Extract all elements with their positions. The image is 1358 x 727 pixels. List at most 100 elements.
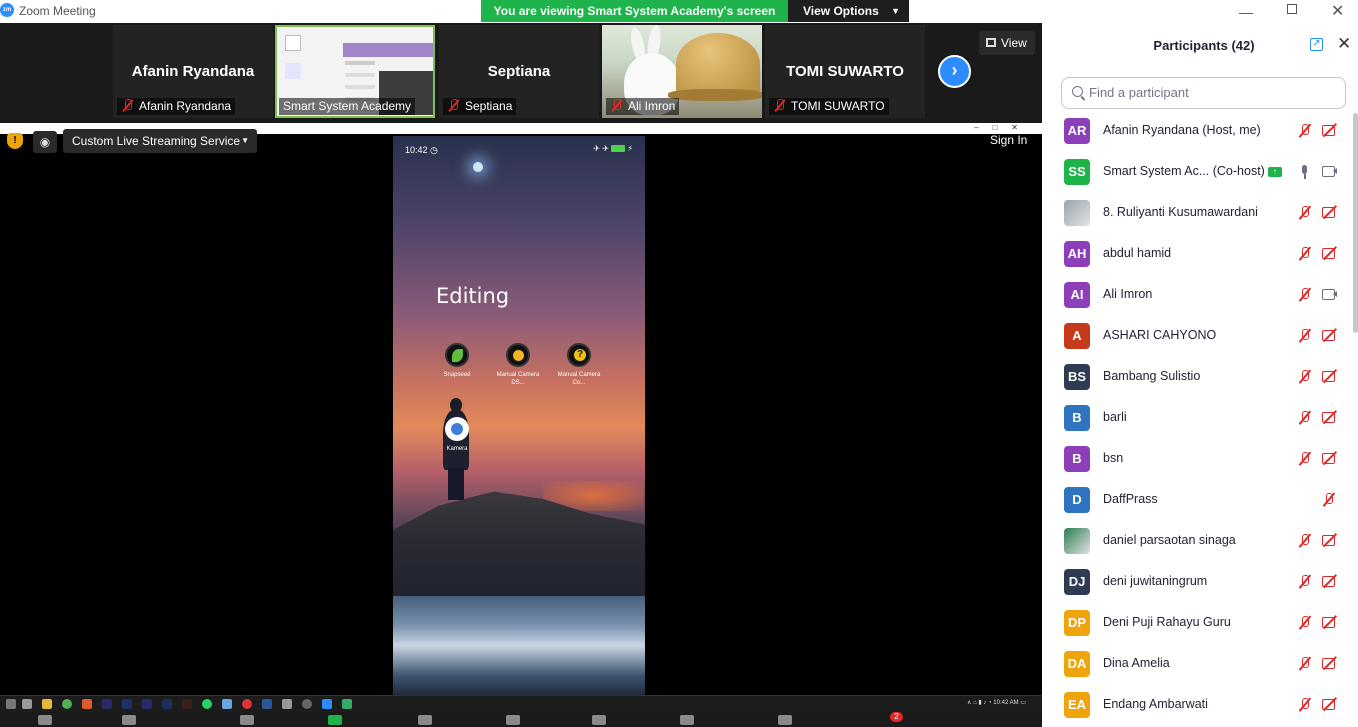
participant-row[interactable]: SS Smart System Ac... (Co-host) ↑ bbox=[1042, 152, 1350, 193]
video-off-icon[interactable] bbox=[1322, 657, 1338, 669]
video-tile[interactable]: Septiana Septiana bbox=[439, 25, 599, 118]
microphone-muted-icon[interactable] bbox=[1298, 205, 1312, 221]
participant-row[interactable]: 8. Ruliyanti Kusumawardani bbox=[1042, 193, 1350, 234]
microphone-muted-icon[interactable] bbox=[1298, 697, 1312, 713]
title-bar: zm Zoom Meeting You are viewing Smart Sy… bbox=[0, 0, 1042, 23]
view-options-button[interactable]: View Options ▼ bbox=[788, 0, 909, 22]
microphone-muted-icon[interactable] bbox=[1322, 492, 1336, 508]
participant-row[interactable]: daniel parsaotan sinaga bbox=[1042, 521, 1350, 562]
avatar: SS bbox=[1064, 159, 1090, 185]
stop-video-icon[interactable] bbox=[122, 715, 136, 725]
manual-camera-ds-app[interactable]: Manual Camera DS... bbox=[496, 343, 540, 387]
microphone-muted-icon[interactable] bbox=[1298, 615, 1312, 631]
video-tile[interactable]: Ali Imron bbox=[602, 25, 762, 118]
whiteboard-icon[interactable] bbox=[680, 715, 694, 725]
avatar: B bbox=[1064, 405, 1090, 431]
participant-name: abdul hamid bbox=[1103, 246, 1172, 260]
participant-big-name: Septiana bbox=[487, 63, 551, 80]
app-icon bbox=[82, 699, 92, 709]
participant-name: Ali Imron bbox=[1103, 287, 1153, 301]
question-icon bbox=[567, 343, 591, 367]
participant-row[interactable]: DJ deni juwitaningrum bbox=[1042, 562, 1350, 603]
participants-icon[interactable] bbox=[418, 715, 432, 725]
maximize-icon[interactable] bbox=[1287, 4, 1297, 14]
zoom-icon bbox=[322, 699, 332, 709]
app-icon bbox=[222, 699, 232, 709]
live-stream-icon[interactable]: ◉ bbox=[33, 131, 57, 153]
live-streaming-dropdown[interactable]: Custom Live Streaming Service ▼ bbox=[63, 129, 257, 153]
video-off-icon[interactable] bbox=[1322, 616, 1338, 628]
microphone-muted-icon[interactable] bbox=[1298, 369, 1312, 385]
video-camera-icon[interactable] bbox=[1322, 165, 1338, 177]
participant-row[interactable]: EA Endang Ambarwati bbox=[1042, 685, 1350, 726]
security-shield-icon[interactable]: ! bbox=[7, 133, 23, 149]
participant-list-scrollbar[interactable] bbox=[1353, 113, 1358, 333]
phone-screen-mirror: 10:42 ◷ ✈ ✈ ⚡ Editing Snapseed Manual Ca… bbox=[393, 136, 645, 695]
kamera-app[interactable]: Kamera bbox=[435, 417, 479, 453]
video-off-icon[interactable] bbox=[1322, 247, 1338, 259]
participant-row[interactable]: Bbarli bbox=[1042, 398, 1350, 439]
folder-icon bbox=[42, 699, 52, 709]
video-tile[interactable]: Afanin Ryandana Afanin Ryandana bbox=[113, 25, 273, 118]
participant-row[interactable]: AI Ali Imron bbox=[1042, 275, 1350, 316]
close-panel-icon[interactable]: ✕ bbox=[1337, 34, 1351, 54]
participant-row[interactable]: Bbsn bbox=[1042, 439, 1350, 480]
video-off-icon[interactable] bbox=[1322, 329, 1338, 341]
video-thumbnail-strip: Afanin Ryandana Afanin Ryandana Smart Sy… bbox=[0, 23, 1042, 123]
minimize-icon[interactable]: — bbox=[1239, 4, 1253, 20]
live-streaming-label: Custom Live Streaming Service bbox=[72, 134, 241, 148]
view-layout-button[interactable]: View bbox=[979, 31, 1035, 55]
shared-windows-taskbar: ∧ ⌂ ▮ ♪ ◔ 10:42 AM ▭ bbox=[0, 695, 1042, 712]
video-off-icon[interactable] bbox=[1322, 698, 1338, 710]
app-icon bbox=[242, 699, 252, 709]
participant-name-tag: Septiana bbox=[443, 98, 517, 115]
video-tile-active[interactable]: Smart System Academy bbox=[275, 25, 435, 118]
close-window-icon[interactable]: ✕ bbox=[1331, 1, 1344, 21]
participant-name: Deni Puji Rahayu Guru bbox=[1103, 615, 1231, 629]
participant-row[interactable]: DP Deni Puji Rahayu Guru bbox=[1042, 603, 1350, 644]
participant-row[interactable]: AH abdul hamid bbox=[1042, 234, 1350, 275]
apps-icon[interactable] bbox=[592, 715, 606, 725]
video-tile[interactable]: TOMI SUWARTO TOMI SUWARTO bbox=[765, 25, 925, 118]
reactions-icon[interactable] bbox=[506, 715, 520, 725]
video-camera-icon[interactable] bbox=[1322, 288, 1338, 300]
snapseed-app[interactable]: Snapseed bbox=[435, 343, 479, 379]
participant-search-input[interactable]: Find a participant bbox=[1061, 77, 1346, 109]
microphone-muted-icon[interactable] bbox=[1298, 533, 1312, 549]
microphone-muted-icon[interactable] bbox=[1298, 410, 1312, 426]
star-glow bbox=[473, 162, 483, 172]
video-off-icon[interactable] bbox=[1322, 206, 1338, 218]
participant-row[interactable]: DA Dina Amelia bbox=[1042, 644, 1350, 685]
video-off-icon[interactable] bbox=[1322, 452, 1338, 464]
microphone-muted-icon[interactable] bbox=[1298, 287, 1312, 303]
popout-icon[interactable]: ↗ bbox=[1310, 38, 1323, 51]
next-page-arrow-icon[interactable]: › bbox=[938, 55, 971, 88]
microphone-icon[interactable] bbox=[1298, 164, 1312, 180]
microphone-muted-icon[interactable] bbox=[1298, 574, 1312, 590]
video-off-icon[interactable] bbox=[1322, 124, 1338, 136]
video-off-icon[interactable] bbox=[1322, 370, 1338, 382]
share-screen-icon[interactable] bbox=[328, 715, 342, 725]
participant-row[interactable]: D DaffPrass bbox=[1042, 480, 1350, 521]
microphone-muted-icon[interactable] bbox=[1298, 123, 1312, 139]
microphone-muted-icon[interactable] bbox=[1298, 656, 1312, 672]
search-placeholder: Find a participant bbox=[1089, 85, 1189, 100]
microphone-muted-icon[interactable] bbox=[1298, 451, 1312, 467]
mic-muted-icon bbox=[447, 99, 461, 112]
microphone-muted-icon[interactable] bbox=[1298, 246, 1312, 262]
sign-in-link[interactable]: Sign In bbox=[990, 133, 1027, 147]
record-icon[interactable] bbox=[778, 715, 792, 725]
participant-row[interactable]: AR Afanin Ryandana (Host, me) bbox=[1042, 111, 1350, 152]
avatar: D bbox=[1064, 487, 1090, 513]
manual-camera-co-app[interactable]: Manual Camera Co... bbox=[557, 343, 601, 387]
mute-audio-icon[interactable] bbox=[38, 715, 52, 725]
video-off-icon[interactable] bbox=[1322, 575, 1338, 587]
video-off-icon[interactable] bbox=[1322, 534, 1338, 546]
microphone-muted-icon[interactable] bbox=[1298, 328, 1312, 344]
participant-name: bsn bbox=[1103, 451, 1124, 465]
participant-row[interactable]: BS Bambang Sulistio bbox=[1042, 357, 1350, 398]
battery-icon bbox=[611, 145, 626, 152]
video-off-icon[interactable] bbox=[1322, 411, 1338, 423]
participant-row[interactable]: A ASHARI CAHYONO bbox=[1042, 316, 1350, 357]
security-icon[interactable] bbox=[240, 715, 254, 725]
